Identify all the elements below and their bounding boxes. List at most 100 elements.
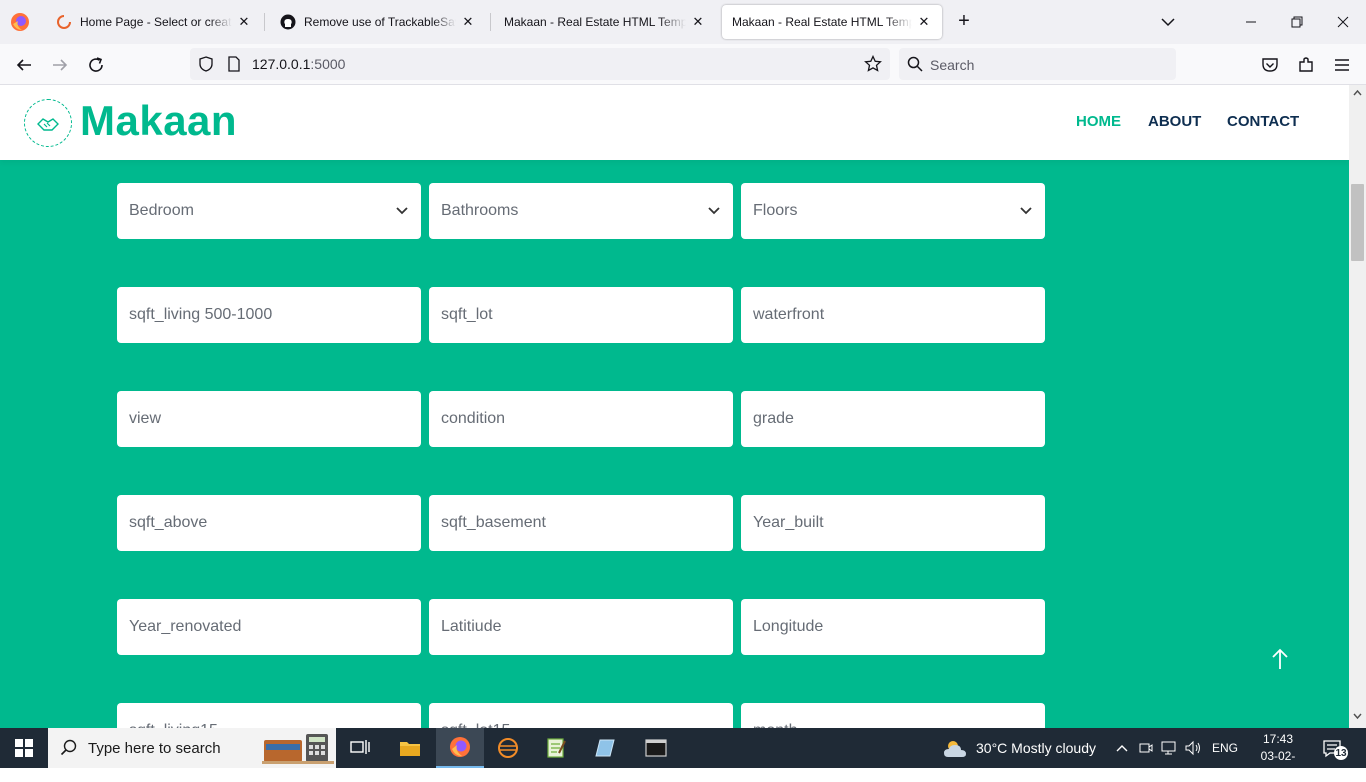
clock-date: 03-02-2023: [1260, 749, 1296, 780]
nav-contact[interactable]: CONTACT: [1227, 113, 1299, 130]
weather-widget[interactable]: 30°C Mostly cloudy: [942, 728, 1096, 768]
tab-separator: [490, 13, 491, 31]
url-port: :5000: [310, 56, 346, 72]
firefox-menu-icon[interactable]: [8, 10, 32, 34]
view-input[interactable]: view: [117, 391, 421, 447]
notification-count: 13: [1335, 748, 1347, 759]
calculator-wallet-icon: [262, 732, 334, 769]
close-tab-icon[interactable]: ✕: [690, 14, 706, 30]
scroll-down-icon[interactable]: [1353, 713, 1362, 720]
chevron-up-icon[interactable]: [1114, 740, 1130, 756]
notification-center-icon[interactable]: 13: [1318, 734, 1348, 762]
eclipse-icon[interactable]: [484, 728, 532, 768]
pocket-icon[interactable]: [1257, 52, 1283, 78]
search-icon: [907, 56, 923, 77]
volume-icon[interactable]: [1184, 740, 1202, 756]
file-explorer-icon[interactable]: [386, 728, 434, 768]
close-tab-icon[interactable]: ✕: [236, 14, 252, 30]
latitude-input[interactable]: Latitiude: [429, 599, 733, 655]
month-input[interactable]: month: [741, 703, 1045, 728]
forward-arrow-icon[interactable]: [46, 52, 74, 78]
taskbar-search-placeholder: Type here to search: [88, 739, 221, 757]
minimize-button[interactable]: [1228, 0, 1274, 44]
bedroom-select[interactable]: Bedroom: [117, 183, 421, 239]
chevron-down-icon: [1020, 207, 1032, 215]
close-window-button[interactable]: [1320, 0, 1366, 44]
system-tray: ENG: [1114, 728, 1238, 768]
waterfront-input[interactable]: waterfront: [741, 287, 1045, 343]
tab-title: Remove use of TrackableSaver in: [304, 15, 456, 29]
year-renovated-input[interactable]: Year_renovated: [117, 599, 421, 655]
meet-now-icon[interactable]: [1138, 740, 1154, 756]
back-arrow-icon[interactable]: [10, 52, 38, 78]
bookmark-star-icon[interactable]: [864, 54, 882, 78]
condition-input[interactable]: condition: [429, 391, 733, 447]
firefox-taskbar-icon[interactable]: [436, 728, 484, 768]
brand-name[interactable]: Makaan: [80, 97, 237, 145]
navigation-toolbar: 127.0.0.1:5000 Search: [0, 44, 1366, 85]
task-view-icon[interactable]: [336, 728, 384, 768]
page-scrollbar[interactable]: [1349, 85, 1366, 728]
extensions-icon[interactable]: [1293, 52, 1319, 78]
tab-makaan-active[interactable]: Makaan - Real Estate HTML Templat ✕: [722, 5, 942, 39]
clock-time: 17:43: [1262, 732, 1294, 746]
chevron-down-icon: [708, 207, 720, 215]
tab-home-page[interactable]: Home Page - Select or create a ✕: [46, 5, 262, 39]
select-label: Floors: [753, 202, 798, 219]
restore-button[interactable]: [1274, 0, 1320, 44]
site-header: Makaan HOME ABOUT CONTACT: [0, 85, 1349, 160]
tab-title: Makaan - Real Estate HTML Templat: [732, 15, 912, 29]
notes-app-icon[interactable]: [582, 728, 630, 768]
floors-select[interactable]: Floors: [741, 183, 1045, 239]
network-icon[interactable]: [1160, 740, 1178, 756]
nav-about[interactable]: ABOUT: [1148, 113, 1201, 130]
sqft-living15-input[interactable]: sqft_living15: [117, 703, 421, 728]
select-label: Bathrooms: [441, 202, 519, 219]
nav-home[interactable]: HOME: [1076, 113, 1121, 130]
weather-text: 30°C Mostly cloudy: [976, 740, 1096, 756]
scroll-up-icon[interactable]: [1353, 89, 1362, 96]
windows-taskbar: Type here to search 30°C Mostly cloudy E…: [0, 728, 1366, 780]
close-tab-icon[interactable]: ✕: [916, 14, 932, 30]
longitude-input[interactable]: Longitude: [741, 599, 1045, 655]
sqft-lot15-input[interactable]: sqft_lot15: [429, 703, 733, 728]
windows-start-icon[interactable]: [0, 728, 48, 768]
tab-title: Home Page - Select or create a: [80, 15, 232, 29]
loading-icon: [56, 14, 72, 30]
grade-input[interactable]: grade: [741, 391, 1045, 447]
github-icon: [280, 14, 296, 30]
tab-github[interactable]: Remove use of TrackableSaver in ✕: [270, 5, 486, 39]
bathrooms-select[interactable]: Bathrooms: [429, 183, 733, 239]
url-host: 127.0.0.1: [252, 56, 311, 72]
taskbar-search-box[interactable]: Type here to search: [48, 728, 336, 768]
shield-icon[interactable]: [198, 56, 214, 77]
sqft-above-input[interactable]: sqft_above: [117, 495, 421, 551]
reload-icon[interactable]: [82, 52, 110, 78]
url-text: 127.0.0.1:5000: [252, 56, 345, 72]
logo-icon[interactable]: [24, 99, 72, 147]
search-icon: [60, 739, 78, 762]
new-tab-button[interactable]: +: [953, 11, 975, 33]
cloudy-weather-icon: [944, 741, 966, 757]
tab-makaan-1[interactable]: Makaan - Real Estate HTML Templat ✕: [494, 5, 716, 39]
sqft-basement-input[interactable]: sqft_basement: [429, 495, 733, 551]
close-tab-icon[interactable]: ✕: [460, 14, 476, 30]
hamburger-menu-icon[interactable]: [1329, 52, 1355, 78]
address-bar[interactable]: 127.0.0.1:5000: [190, 48, 890, 80]
search-placeholder: Search: [930, 57, 975, 73]
year-built-input[interactable]: Year_built: [741, 495, 1045, 551]
clock[interactable]: 17:43 03-02-2023: [1254, 731, 1302, 782]
list-all-tabs-chevron-icon[interactable]: [1158, 12, 1178, 32]
terminal-icon[interactable]: [632, 728, 680, 768]
sqft-living-input[interactable]: sqft_living 500-1000: [117, 287, 421, 343]
sqft-lot-input[interactable]: sqft_lot: [429, 287, 733, 343]
notepad-plus-icon[interactable]: [532, 728, 580, 768]
search-bar[interactable]: Search: [899, 48, 1176, 80]
page-icon[interactable]: [226, 56, 242, 77]
scrollbar-thumb[interactable]: [1351, 184, 1364, 261]
language-indicator[interactable]: ENG: [1212, 741, 1238, 755]
page-viewport: Makaan HOME ABOUT CONTACT Bedroom Bathro…: [0, 85, 1349, 728]
back-to-top-arrow-icon[interactable]: [1266, 645, 1294, 673]
chevron-down-icon: [396, 207, 408, 215]
tab-title: Makaan - Real Estate HTML Templat: [504, 15, 686, 29]
